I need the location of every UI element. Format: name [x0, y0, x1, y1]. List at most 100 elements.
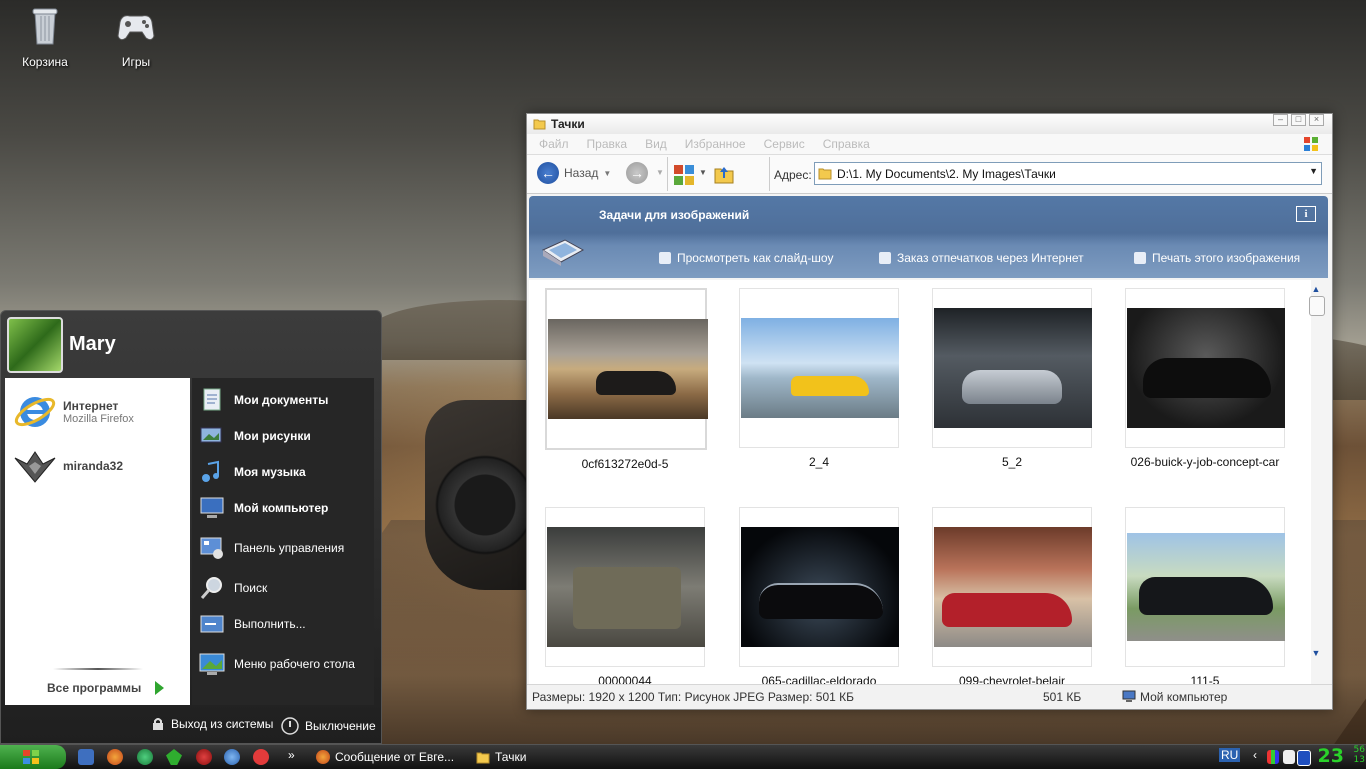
thumbnail-item[interactable]: 00000044: [545, 507, 705, 684]
menu-my-music[interactable]: Моя музыка: [198, 458, 306, 486]
windows-logo-icon: [1304, 137, 1318, 151]
menu-label: Моя музыка: [234, 465, 306, 479]
menu-help[interactable]: Справка: [823, 137, 870, 151]
address-field[interactable]: D:\1. My Documents\2. My Images\Тачки ▼: [814, 162, 1322, 185]
clock-hour-minute[interactable]: 23: [1318, 745, 1344, 767]
miranda-icon: [14, 451, 56, 483]
avatar[interactable]: [7, 317, 63, 373]
thumbnail-item[interactable]: 111-5: [1125, 507, 1285, 684]
menu-view[interactable]: Вид: [645, 137, 667, 151]
desktop-menu-icon: [199, 653, 225, 675]
show-desktop-icon[interactable]: [78, 749, 94, 765]
menu-file[interactable]: Файл: [539, 137, 569, 151]
maximize-button[interactable]: □: [1291, 114, 1306, 126]
logoff-button[interactable]: Выход из системы: [151, 717, 273, 731]
scroll-up-icon[interactable]: ▲: [1308, 284, 1324, 294]
desktop-icon-games[interactable]: Игры: [96, 4, 176, 69]
taskbar-button-message[interactable]: Сообщение от Евге...: [312, 747, 466, 767]
thumbnail-frame: [739, 507, 899, 667]
views-icon[interactable]: [673, 164, 697, 186]
task-print-image[interactable]: Печать этого изображения: [1134, 251, 1300, 265]
thumbnail-item[interactable]: 099-chevrolet-belair: [932, 507, 1092, 684]
desktop-icon-recycle-bin[interactable]: Корзина: [5, 4, 85, 69]
all-programs-button[interactable]: Все программы: [47, 681, 165, 695]
quicklaunch-overflow-icon[interactable]: »: [288, 748, 295, 762]
start-button[interactable]: [0, 745, 66, 769]
info-icon[interactable]: i: [1296, 206, 1316, 222]
scroll-down-icon[interactable]: ▼: [1308, 648, 1324, 658]
status-location: Мой компьютер: [1140, 690, 1228, 704]
scroll-thumb[interactable]: [1309, 296, 1325, 316]
thumbnail-item[interactable]: 0cf613272e0d-5: [545, 288, 708, 471]
pictures-icon: [200, 427, 222, 443]
tray-notepad-icon[interactable]: [1283, 750, 1295, 764]
close-button[interactable]: ×: [1309, 114, 1324, 126]
menu-tools[interactable]: Сервис: [764, 137, 805, 151]
task-slideshow[interactable]: Просмотреть как слайд-шоу: [659, 251, 833, 265]
media-player-icon[interactable]: [1297, 750, 1311, 766]
car-photo: [548, 319, 708, 419]
pinned-miranda[interactable]: miranda32: [13, 444, 123, 488]
utorrent-icon[interactable]: [137, 749, 153, 765]
menu-my-computer[interactable]: Мой компьютер: [198, 494, 328, 522]
menu-run[interactable]: Выполнить...: [198, 610, 306, 638]
taskbar: » Сообщение от Евге... Тачки RU ‹ 23 56 …: [0, 744, 1366, 769]
folder-up-icon[interactable]: [713, 163, 735, 185]
thumbnail-item[interactable]: 5_2: [932, 288, 1092, 469]
pinned-programs: Интернет Mozilla Firefox miranda32 Все п…: [5, 378, 190, 705]
taskbar-button-explorer[interactable]: Тачки: [472, 747, 626, 767]
menu-control-panel[interactable]: Панель управления: [198, 534, 344, 562]
shutdown-button[interactable]: Выключение: [281, 717, 376, 735]
language-indicator[interactable]: RU: [1219, 748, 1241, 762]
address-label: Адрес:: [774, 168, 812, 182]
vertical-scrollbar[interactable]: ▲ ▼: [1308, 284, 1325, 684]
menu-search[interactable]: Поиск: [198, 574, 267, 602]
chevron-down-icon[interactable]: ▼: [1309, 166, 1318, 176]
globe-icon[interactable]: [224, 749, 240, 765]
chevron-down-icon[interactable]: ▼: [603, 169, 611, 178]
thumbnail-frame: [932, 288, 1092, 448]
chevron-down-icon[interactable]: ▼: [699, 168, 707, 177]
clock-second: 13: [1353, 755, 1365, 765]
task-label: Заказ отпечатков через Интернет: [897, 251, 1084, 265]
caption-buttons: – □ ×: [1273, 114, 1324, 126]
opera-icon[interactable]: [196, 749, 212, 765]
tray-expand-icon[interactable]: ‹: [1253, 748, 1257, 762]
tray-meter-icon[interactable]: [1267, 750, 1279, 764]
menu-my-documents[interactable]: Мои документы: [198, 386, 328, 414]
thumbnail-item[interactable]: 026-buick-y-job-concept-car: [1125, 288, 1285, 469]
documents-icon: [203, 388, 221, 411]
picture-tasks-panel: Задачи для изображений i Просмотреть как…: [529, 196, 1328, 278]
window-title: Тачки: [551, 117, 585, 131]
recycle-bin-icon: [32, 8, 58, 45]
menu-favorites[interactable]: Избранное: [685, 137, 746, 151]
search-icon: [200, 577, 222, 599]
thumbnail-item[interactable]: 065-cadillac-eldorado: [739, 507, 899, 684]
status-bar: Размеры: 1920 x 1200 Тип: Рисунок JPEG Р…: [527, 684, 1332, 709]
help-icon[interactable]: [253, 749, 269, 765]
forward-button[interactable]: →: [626, 162, 648, 184]
menu-edit[interactable]: Правка: [587, 137, 628, 151]
menu-label: Поиск: [234, 581, 268, 595]
pinned-internet[interactable]: Интернет Mozilla Firefox: [13, 390, 134, 434]
places-list: Мои документы Мои рисунки Моя музыка Мой…: [192, 378, 374, 705]
chevron-down-icon[interactable]: ▼: [656, 168, 664, 177]
menu-my-pictures[interactable]: Мои рисунки: [198, 422, 311, 450]
task-order-prints[interactable]: Заказ отпечатков через Интернет: [879, 251, 1084, 265]
firefox-icon[interactable]: [107, 749, 123, 765]
car-photo: [1127, 308, 1285, 428]
thumbnail-frame: [1125, 507, 1285, 667]
task-label: Печать этого изображения: [1152, 251, 1301, 265]
folder-icon: [533, 119, 546, 130]
task-label: Просмотреть как слайд-шоу: [677, 251, 834, 265]
minimize-button[interactable]: –: [1273, 114, 1288, 126]
icq-icon[interactable]: [166, 749, 182, 765]
toolbar-separator: [769, 157, 770, 191]
start-menu-header: Mary: [1, 311, 381, 375]
menu-desktop-menu[interactable]: Меню рабочего стола: [198, 650, 355, 678]
start-menu-footer: Выход из системы Выключение: [1, 707, 381, 743]
title-bar[interactable]: Тачки – □ ×: [527, 114, 1332, 134]
back-button[interactable]: ← Назад ▼: [537, 162, 611, 184]
thumbnail-item[interactable]: 2_4: [739, 288, 899, 469]
folder-icon: [476, 752, 490, 764]
